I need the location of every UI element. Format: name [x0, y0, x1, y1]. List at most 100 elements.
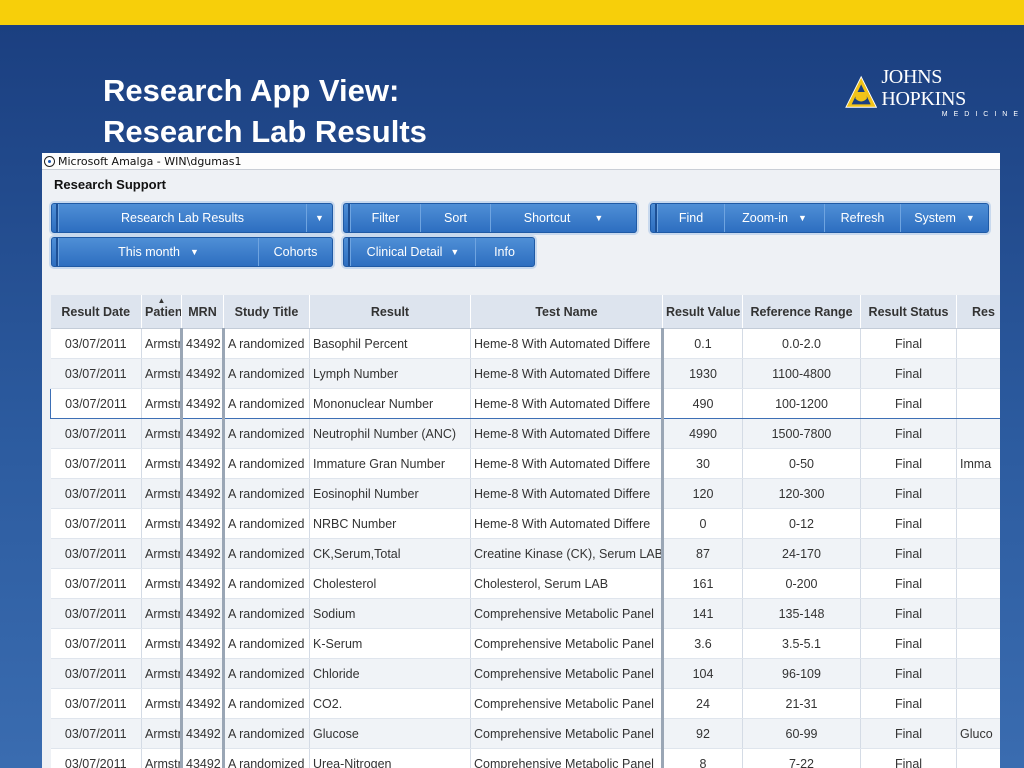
table-row[interactable]: 03/07/2011 Armstr 43492 A randomized Cholest…	[50, 568, 1000, 599]
cell-study-title[interactable]: A randomized	[223, 718, 310, 749]
cell-result-value[interactable]: 24	[662, 688, 743, 719]
cell-test-name[interactable]: Heme-8 With Automated Differe	[470, 358, 664, 389]
cell-result[interactable]: K-Serum	[309, 628, 471, 659]
cell-res[interactable]	[956, 538, 1000, 569]
table-row[interactable]: 03/07/2011 Armstr 43492 A randomized CK,Seru…	[50, 538, 1000, 569]
cell-study-title[interactable]: A randomized	[223, 448, 310, 479]
cell-result-date[interactable]: 03/07/2011	[50, 478, 142, 509]
window-titlebar[interactable]: Microsoft Amalga - WIN\dgumas1	[42, 153, 1000, 170]
cell-result-date[interactable]: 03/07/2011	[50, 388, 142, 419]
cell-mrn[interactable]: 43492	[181, 328, 225, 359]
cell-test-name[interactable]: Heme-8 With Automated Differe	[470, 388, 664, 419]
cell-result-status[interactable]: Final	[860, 448, 957, 479]
table-row[interactable]: 03/07/2011 Armstr 43492 A randomized Sodium C…	[50, 598, 1000, 629]
cell-result-value[interactable]: 87	[662, 538, 743, 569]
cell-res[interactable]	[956, 748, 1000, 768]
cell-result[interactable]: Lymph Number	[309, 358, 471, 389]
cell-result[interactable]: NRBC Number	[309, 508, 471, 539]
zoom-in-dropdown[interactable]: Zoom-in ▼	[724, 204, 824, 232]
cell-reference-range[interactable]: 0-200	[742, 568, 861, 599]
cell-result[interactable]: Sodium	[309, 598, 471, 629]
table-row[interactable]: 03/07/2011 Armstr 43492 A randomized Basophi…	[50, 328, 1000, 359]
cell-result-status[interactable]: Final	[860, 598, 957, 629]
find-button[interactable]: Find	[657, 204, 724, 232]
cell-result-status[interactable]: Final	[860, 478, 957, 509]
cell-reference-range[interactable]: 100-1200	[742, 388, 861, 419]
table-row[interactable]: 03/07/2011 Armstr 43492 A randomized NRBC Nu…	[50, 508, 1000, 539]
cell-result-date[interactable]: 03/07/2011	[50, 508, 142, 539]
cell-res[interactable]	[956, 328, 1000, 359]
cell-patient[interactable]: Armstr	[141, 328, 183, 359]
cell-mrn[interactable]: 43492	[181, 358, 225, 389]
cell-reference-range[interactable]: 24-170	[742, 538, 861, 569]
cell-study-title[interactable]: A randomized	[223, 748, 310, 768]
cell-result-date[interactable]: 03/07/2011	[50, 358, 142, 389]
cell-study-title[interactable]: A randomized	[223, 658, 310, 689]
col-header-reference-range[interactable]: Reference Range	[742, 295, 861, 329]
cell-res[interactable]	[956, 388, 1000, 419]
cell-res[interactable]	[956, 658, 1000, 689]
cell-test-name[interactable]: Comprehensive Metabolic Panel	[470, 628, 664, 659]
cell-result-status[interactable]: Final	[860, 628, 957, 659]
cell-result-date[interactable]: 03/07/2011	[50, 538, 142, 569]
cell-mrn[interactable]: 43492	[181, 568, 225, 599]
cell-result-value[interactable]: 3.6	[662, 628, 743, 659]
cell-mrn[interactable]: 43492	[181, 718, 225, 749]
cell-study-title[interactable]: A randomized	[223, 418, 310, 449]
cell-result-value[interactable]: 161	[662, 568, 743, 599]
table-row[interactable]: 03/07/2011 Armstr 43492 A randomized Glucose…	[50, 718, 1000, 749]
cell-result[interactable]: Immature Gran Number	[309, 448, 471, 479]
cell-result[interactable]: CK,Serum,Total	[309, 538, 471, 569]
date-range-dropdown[interactable]: This month ▼	[58, 238, 258, 266]
col-header-result[interactable]: Result	[309, 295, 471, 329]
cell-result[interactable]: Cholesterol	[309, 568, 471, 599]
cell-mrn[interactable]: 43492	[181, 538, 225, 569]
cell-reference-range[interactable]: 0-12	[742, 508, 861, 539]
cell-reference-range[interactable]: 120-300	[742, 478, 861, 509]
cell-result-date[interactable]: 03/07/2011	[50, 598, 142, 629]
cell-result[interactable]: Glucose	[309, 718, 471, 749]
cell-reference-range[interactable]: 21-31	[742, 688, 861, 719]
clinical-detail-dropdown[interactable]: Clinical Detail ▼	[350, 238, 475, 266]
cell-result-status[interactable]: Final	[860, 718, 957, 749]
cell-result-value[interactable]: 120	[662, 478, 743, 509]
cell-reference-range[interactable]: 60-99	[742, 718, 861, 749]
table-row[interactable]: 03/07/2011 Armstr 43492 A randomized Neutrop…	[50, 418, 1000, 449]
cell-test-name[interactable]: Comprehensive Metabolic Panel	[470, 658, 664, 689]
col-header-res[interactable]: Res	[956, 295, 1000, 329]
cell-study-title[interactable]: A randomized	[223, 388, 310, 419]
cell-mrn[interactable]: 43492	[181, 598, 225, 629]
cell-test-name[interactable]: Heme-8 With Automated Differe	[470, 418, 664, 449]
cell-patient[interactable]: Armstr	[141, 688, 183, 719]
cell-patient[interactable]: Armstr	[141, 418, 183, 449]
sort-button[interactable]: Sort	[420, 204, 490, 232]
cell-mrn[interactable]: 43492	[181, 658, 225, 689]
cell-result-status[interactable]: Final	[860, 388, 957, 419]
cell-patient[interactable]: Armstr	[141, 718, 183, 749]
cell-result[interactable]: Mononuclear Number	[309, 388, 471, 419]
col-header-patient[interactable]: ▲ Patien	[141, 295, 182, 329]
cell-study-title[interactable]: A randomized	[223, 358, 310, 389]
cell-reference-range[interactable]: 96-109	[742, 658, 861, 689]
cell-reference-range[interactable]: 0.0-2.0	[742, 328, 861, 359]
cell-res[interactable]	[956, 598, 1000, 629]
cell-test-name[interactable]: Heme-8 With Automated Differe	[470, 328, 664, 359]
system-dropdown[interactable]: System ▼	[900, 204, 988, 232]
cell-result-value[interactable]: 104	[662, 658, 743, 689]
cell-patient[interactable]: Armstr	[141, 598, 183, 629]
cell-study-title[interactable]: A randomized	[223, 478, 310, 509]
cell-result-status[interactable]: Final	[860, 658, 957, 689]
refresh-button[interactable]: Refresh	[824, 204, 900, 232]
cell-patient[interactable]: Armstr	[141, 748, 183, 768]
cell-res[interactable]	[956, 418, 1000, 449]
cell-patient[interactable]: Armstr	[141, 448, 183, 479]
cell-test-name[interactable]: Heme-8 With Automated Differe	[470, 478, 664, 509]
cell-patient[interactable]: Armstr	[141, 508, 183, 539]
col-header-test-name[interactable]: Test Name	[470, 295, 663, 329]
cell-result-status[interactable]: Final	[860, 418, 957, 449]
cell-patient[interactable]: Armstr	[141, 388, 183, 419]
cell-result-status[interactable]: Final	[860, 568, 957, 599]
cell-reference-range[interactable]: 7-22	[742, 748, 861, 768]
cell-study-title[interactable]: A randomized	[223, 538, 310, 569]
cell-test-name[interactable]: Comprehensive Metabolic Panel	[470, 718, 664, 749]
